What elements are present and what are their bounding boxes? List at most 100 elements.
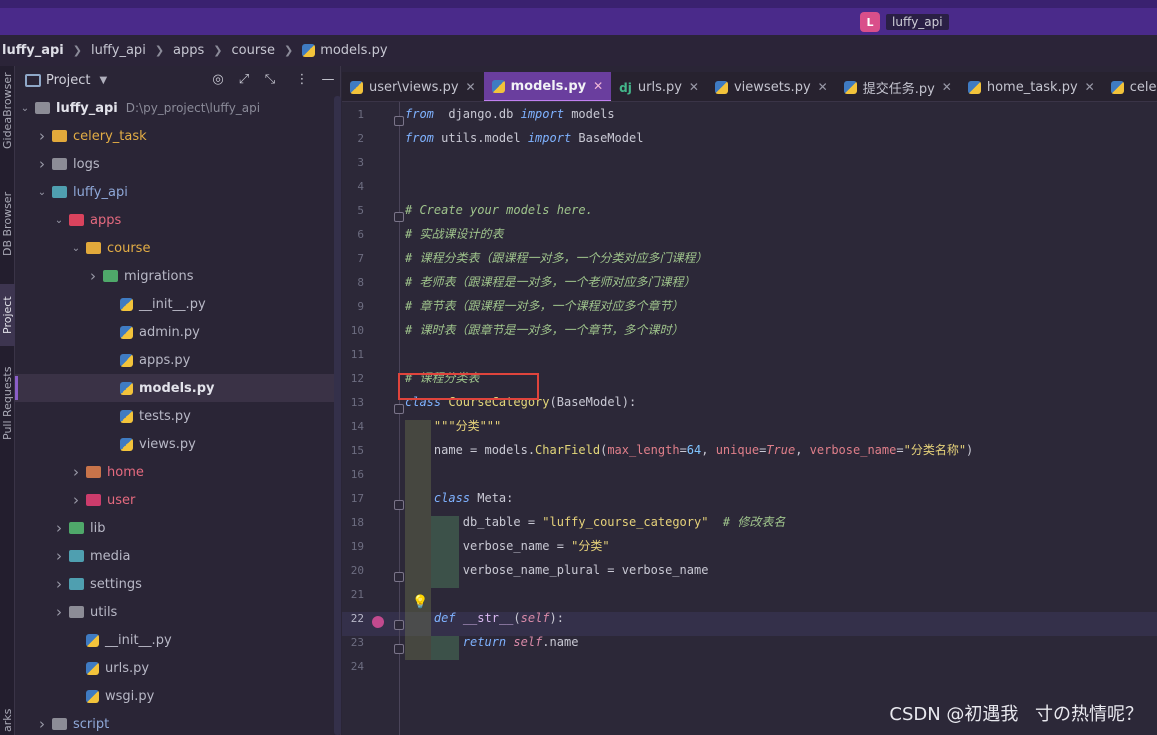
chevron-right-icon[interactable]: ›	[36, 127, 48, 145]
options-menu-icon[interactable]: ⋮	[293, 71, 311, 89]
tree-item-label: lib	[90, 520, 106, 536]
tree-item[interactable]: urls.py	[15, 654, 341, 682]
tree-item[interactable]: views.py	[15, 430, 341, 458]
line-number: 16	[350, 468, 364, 481]
tree-item[interactable]: › settings	[15, 570, 341, 598]
tree-scrollbar[interactable]	[334, 96, 341, 735]
editor-tab[interactable]: home_task.py ✕	[960, 72, 1103, 101]
editor-tab[interactable]: 提交任务.py ✕	[836, 72, 960, 101]
tree-item[interactable]: apps.py	[15, 346, 341, 374]
editor-tab[interactable]: viewsets.py ✕	[707, 72, 836, 101]
tree-item[interactable]: › lib	[15, 514, 341, 542]
tree-item[interactable]: › media	[15, 542, 341, 570]
breadcrumb-item[interactable]: models.py	[302, 43, 388, 58]
tree-item[interactable]: wsgi.py	[15, 682, 341, 710]
tree-item[interactable]: › utils	[15, 598, 341, 626]
chevron-right-icon[interactable]: ›	[36, 155, 48, 173]
chevron-right-icon[interactable]: ›	[53, 575, 65, 593]
breadcrumb-item[interactable]: luffy_api	[2, 43, 64, 58]
chevron-right-icon[interactable]: ›	[53, 603, 65, 621]
code-token: BaseModel	[571, 131, 644, 145]
breadcrumb-item[interactable]: apps	[173, 43, 204, 58]
tree-item[interactable]: ⌄ course	[15, 234, 341, 262]
tree-item[interactable]: › script	[15, 710, 341, 735]
project-panel-title[interactable]: Project	[46, 73, 90, 88]
collapse-all-icon[interactable]: ⤡	[261, 71, 279, 89]
chevron-right-icon[interactable]: ›	[53, 547, 65, 565]
tree-item[interactable]: models.py	[15, 374, 341, 402]
project-name: luffy_api	[886, 14, 949, 30]
fold-marker[interactable]	[394, 500, 404, 510]
chevron-right-icon[interactable]: ›	[87, 267, 99, 285]
breadcrumb-label: apps	[173, 43, 205, 58]
tree-item[interactable]: ⌄ luffy_api	[15, 178, 341, 206]
close-icon[interactable]: ✕	[942, 80, 952, 94]
chevron-down-icon[interactable]: ⌄	[36, 187, 48, 198]
lightbulb-icon[interactable]: 💡	[412, 596, 428, 610]
fold-marker[interactable]	[394, 644, 404, 654]
tool-tab-gideabrowser[interactable]: GideaBrowser	[0, 70, 15, 152]
project-switcher[interactable]: L luffy_api	[860, 12, 949, 32]
tree-item[interactable]: › celery_task	[15, 122, 341, 150]
folder-icon	[69, 214, 84, 226]
tree-item[interactable]: __init__.py	[15, 626, 341, 654]
breadcrumb-item[interactable]: luffy_api	[91, 43, 146, 58]
breadcrumb-label: luffy_api	[2, 43, 64, 58]
chevron-down-icon[interactable]: ▼	[99, 75, 107, 86]
tree-item[interactable]: admin.py	[15, 318, 341, 346]
fold-marker[interactable]	[394, 620, 404, 630]
chevron-down-icon[interactable]: ⌄	[70, 243, 82, 254]
chevron-right-icon[interactable]: ›	[36, 715, 48, 733]
code-editor[interactable]: 1 2 3 4 5 6 7 8 9 10 11 12 13 14 15 16 17 18 19 20 21 22 23 24 …	[342, 102, 1157, 735]
editor-tab[interactable]: dj urls.py ✕	[611, 72, 707, 101]
line-number: 8	[357, 276, 364, 289]
editor-tab[interactable]: models.py ✕	[483, 72, 612, 101]
line-number: 14	[350, 420, 364, 433]
close-icon[interactable]: ✕	[818, 80, 828, 94]
code-token: 64	[686, 443, 702, 457]
fold-marker[interactable]	[394, 572, 404, 582]
tree-item[interactable]: › user	[15, 486, 341, 514]
tool-tab-pull-requests[interactable]: Pull Requests	[0, 360, 15, 446]
locate-icon[interactable]: ◎	[209, 71, 227, 89]
python-file-icon	[86, 661, 99, 675]
tree-item[interactable]: ⌄ luffy_api D:\py_project\luffy_api	[15, 94, 341, 122]
line-gutter: 1 2 3 4 5 6 7 8 9 10 11 12 13 14 15 16 17 18 19 20 21 22 23 24	[342, 102, 399, 735]
chevron-down-icon[interactable]: ⌄	[53, 215, 65, 226]
tree-item[interactable]: › logs	[15, 150, 341, 178]
code-line: def __str__(self):	[405, 606, 564, 630]
editor-tab[interactable]: user\views.py ✕	[342, 72, 484, 101]
close-icon[interactable]: ✕	[689, 80, 699, 94]
close-icon[interactable]: ✕	[593, 79, 603, 93]
tool-tab-bookmarks[interactable]: arks	[0, 706, 15, 734]
window-top-strip	[0, 0, 1157, 8]
override-method-icon[interactable]	[372, 616, 384, 628]
chevron-down-icon[interactable]: ⌄	[19, 103, 31, 114]
code-token: # 老师表（跟课程是一对多，一个老师对应多门课程）	[405, 275, 696, 289]
breadcrumb-item[interactable]: course	[232, 43, 275, 58]
tree-item-label: script	[73, 716, 110, 732]
code-token: import	[520, 107, 564, 121]
fold-marker[interactable]	[394, 404, 404, 414]
close-icon[interactable]: ✕	[466, 80, 476, 94]
tree-item[interactable]: ⌄ apps	[15, 206, 341, 234]
tree-item[interactable]: tests.py	[15, 402, 341, 430]
line-number: 7	[357, 252, 364, 265]
tool-tab-db-browser[interactable]: DB Browser	[0, 184, 15, 264]
chevron-right-icon[interactable]: ›	[53, 519, 65, 537]
tree-item[interactable]: › home	[15, 458, 341, 486]
tool-tab-project[interactable]: Project	[0, 284, 15, 346]
fold-marker[interactable]	[394, 212, 404, 222]
chevron-right-icon: ❯	[154, 44, 165, 57]
close-icon[interactable]: ✕	[1085, 80, 1095, 94]
editor-tab[interactable]: celery.py✕	[1103, 72, 1157, 101]
chevron-right-icon[interactable]: ›	[70, 463, 82, 481]
tree-item[interactable]: › migrations	[15, 262, 341, 290]
tree-item[interactable]: __init__.py	[15, 290, 341, 318]
chevron-right-icon[interactable]: ›	[70, 491, 82, 509]
hide-panel-icon[interactable]: —	[319, 71, 337, 89]
expand-all-icon[interactable]: ⤢	[235, 71, 253, 89]
fold-marker[interactable]	[394, 116, 404, 126]
